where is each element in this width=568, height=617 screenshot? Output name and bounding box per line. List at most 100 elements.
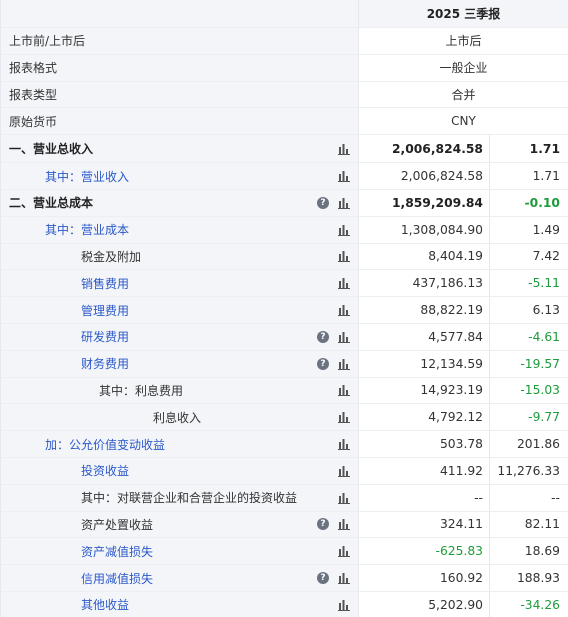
row-label-cell: 其中：营业收入	[1, 163, 359, 189]
table-row: 其他收益 5,202.90 -34.26	[1, 591, 568, 617]
row-value: 324.11	[359, 511, 490, 538]
table-row: 其中：对联营企业和合营企业的投资收益 -- --	[1, 484, 568, 512]
header-label-cell	[1, 0, 359, 27]
row-yoy: 201.86	[516, 437, 560, 452]
table-row: 利息收入 4,792.12 -9.77	[1, 404, 568, 432]
question-icon[interactable]: ?	[317, 572, 329, 585]
row-yoy: 6.13	[532, 303, 560, 318]
row-label[interactable]: 投资收益	[81, 462, 129, 479]
row-label-cell: 利息收入	[1, 404, 359, 431]
row-label-cell: 税金及附加	[1, 243, 359, 270]
table-row: 二、营业总成本? 1,859,209.84 -0.10	[1, 189, 568, 217]
row-yoy: 1.71	[529, 141, 560, 156]
table-row: 管理费用 88,822.19 6.13	[1, 297, 568, 324]
table-row: 其中：营业成本 1,308,084.90 1.49	[1, 216, 568, 244]
row-value: 160.92	[359, 565, 490, 591]
info-label: 报表格式	[9, 61, 58, 76]
row-yoy: -19.57	[520, 356, 560, 371]
row-label[interactable]: 其他收益	[81, 596, 129, 613]
row-label[interactable]: 加：公允价值变动收益	[45, 436, 165, 453]
info-row: 报表格式 一般企业	[1, 54, 568, 82]
info-value: CNY	[451, 114, 476, 129]
row-label: 利息收入	[153, 410, 202, 425]
row-yoy: 1.71	[532, 169, 560, 184]
bar-chart-icon[interactable]	[338, 304, 351, 317]
bar-chart-icon[interactable]	[338, 545, 351, 558]
row-value: 14,923.19	[359, 377, 490, 404]
row-yoy: -5.11	[528, 276, 560, 291]
row-label[interactable]: 研发费用	[81, 328, 129, 345]
bar-chart-icon[interactable]	[338, 438, 351, 451]
row-yoy: 11,276.33	[497, 463, 560, 478]
bar-chart-icon[interactable]	[338, 492, 351, 504]
row-yoy: -0.10	[524, 195, 560, 210]
row-label[interactable]: 其中：营业收入	[45, 168, 129, 185]
row-yoy: -15.03	[520, 383, 560, 398]
row-label[interactable]: 信用减值损失	[81, 570, 153, 587]
bar-chart-icon[interactable]	[338, 224, 351, 236]
row-label: 其中：对联营企业和合营企业的投资收益	[81, 491, 298, 506]
row-label: 其中：利息费用	[99, 383, 184, 398]
info-row: 原始货币 CNY	[1, 108, 568, 136]
row-label: 二、营业总成本	[9, 196, 94, 211]
row-label[interactable]: 管理费用	[81, 302, 129, 319]
question-icon[interactable]: ?	[317, 196, 329, 209]
bar-chart-icon[interactable]	[338, 358, 351, 370]
row-label: 一、营业总收入	[9, 142, 94, 157]
table-row: 信用减值损失? 160.92 188.93	[1, 565, 568, 592]
bar-chart-icon[interactable]	[338, 411, 351, 424]
question-icon[interactable]: ?	[317, 518, 329, 531]
row-label-cell: 销售费用	[1, 270, 359, 297]
bar-chart-icon[interactable]	[338, 465, 351, 477]
bar-chart-icon[interactable]	[338, 384, 351, 397]
row-yoy: 1.49	[532, 222, 560, 237]
info-value: 合并	[451, 87, 476, 102]
row-label-cell: 管理费用	[1, 297, 359, 323]
data-rows: 一、营业总收入 2,006,824.58 1.71 其中：营业收入 2,006,824.…	[1, 135, 568, 617]
info-label: 原始货币	[9, 114, 58, 129]
row-label[interactable]: 资产减值损失	[81, 543, 153, 560]
info-label: 报表类型	[9, 87, 58, 102]
table-row: 税金及附加 8,404.19 7.42	[1, 243, 568, 271]
row-label[interactable]: 财务费用	[81, 355, 129, 372]
row-value: -625.83	[359, 538, 490, 565]
bar-chart-icon[interactable]	[338, 277, 351, 290]
period-header[interactable]: 2025 三季报	[359, 0, 568, 27]
table-row: 销售费用 437,186.13 -5.11	[1, 270, 568, 298]
table-header-row: 2025 三季报	[1, 0, 568, 28]
bar-chart-icon[interactable]	[338, 518, 351, 531]
question-icon[interactable]: ?	[317, 357, 329, 370]
row-value: 88,822.19	[359, 297, 490, 323]
row-label-cell: 研发费用?	[1, 323, 359, 350]
row-value: 503.78	[359, 431, 490, 457]
row-label-cell: 财务费用?	[1, 350, 359, 377]
row-label-cell: 加：公允价值变动收益	[1, 431, 359, 457]
row-label-cell: 二、营业总成本?	[1, 189, 359, 216]
row-label-cell: 其他收益	[1, 591, 359, 617]
row-yoy: --	[551, 490, 560, 505]
bar-chart-icon[interactable]	[338, 170, 351, 183]
table-row: 资产减值损失 -625.83 18.69	[1, 538, 568, 566]
row-label-cell: 一、营业总收入	[1, 135, 359, 163]
bar-chart-icon[interactable]	[338, 572, 351, 585]
row-value: 12,134.59	[359, 350, 490, 377]
bar-chart-icon[interactable]	[338, 197, 351, 209]
bar-chart-icon[interactable]	[338, 250, 351, 263]
row-value: 1,859,209.84	[359, 189, 490, 216]
row-label[interactable]: 其中：营业成本	[45, 221, 129, 238]
row-yoy: -34.26	[520, 597, 560, 612]
row-label[interactable]: 销售费用	[81, 275, 129, 292]
info-value: 上市后	[445, 34, 482, 49]
row-label-cell: 其中：营业成本	[1, 216, 359, 243]
table-row: 一、营业总收入 2,006,824.58 1.71	[1, 135, 568, 164]
table-row: 其中：利息费用 14,923.19 -15.03	[1, 377, 568, 405]
bar-chart-icon[interactable]	[338, 599, 351, 611]
row-label-cell: 其中：利息费用	[1, 377, 359, 404]
question-icon[interactable]: ?	[317, 330, 329, 343]
row-value: 8,404.19	[359, 243, 490, 270]
row-yoy: 188.93	[516, 571, 560, 586]
bar-chart-icon[interactable]	[338, 143, 351, 155]
table-row: 研发费用? 4,577.84 -4.61	[1, 323, 568, 351]
row-value: --	[359, 484, 490, 511]
bar-chart-icon[interactable]	[338, 331, 351, 343]
